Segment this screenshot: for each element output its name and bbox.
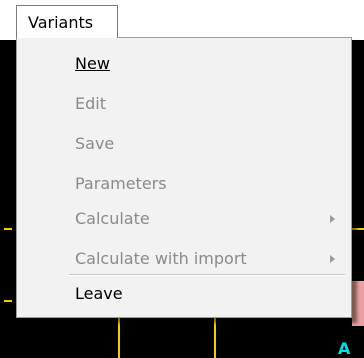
submenu-arrow-icon	[330, 215, 335, 223]
submenu-arrow-icon	[330, 255, 335, 263]
grid-line	[118, 318, 120, 358]
menu-item-calculate[interactable]: Calculate	[75, 209, 150, 229]
menu-item-calculate-with-import[interactable]: Calculate with import	[75, 249, 247, 269]
menu-item-new[interactable]: New	[75, 54, 110, 74]
menu-item-save[interactable]: Save	[75, 134, 114, 154]
menu-variants[interactable]: Variants	[16, 5, 118, 38]
canvas-element	[352, 281, 364, 326]
menu-item-parameters[interactable]: Parameters	[75, 174, 167, 194]
menu-item-edit[interactable]: Edit	[75, 94, 106, 114]
menu-item-leave[interactable]: Leave	[75, 284, 123, 304]
canvas-marker: A	[338, 339, 351, 358]
menu-variants-label: Variants	[28, 13, 94, 32]
menu-separator	[69, 274, 345, 276]
variants-dropdown-menu: New Edit Save Parameters Calculate Calcu…	[16, 37, 352, 318]
grid-line	[352, 228, 364, 230]
grid-line	[214, 318, 216, 358]
grid-line	[4, 228, 12, 230]
grid-line	[4, 300, 12, 302]
